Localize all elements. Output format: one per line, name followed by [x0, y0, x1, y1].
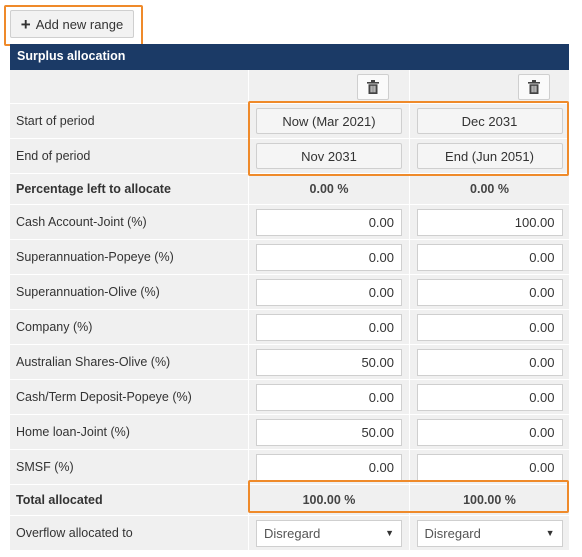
account-value-cell: 0.00 — [410, 450, 569, 484]
range-1-allocation-input[interactable]: 50.00 — [256, 348, 402, 376]
range-2-allocation-input[interactable]: 0.00 — [416, 453, 563, 481]
range-2-start-button[interactable]: Dec 2031 — [416, 108, 563, 134]
start-period-label: Start of period — [10, 104, 248, 138]
range-1-overflow-select[interactable]: Disregard ▼ — [256, 519, 402, 547]
overflow-row: Overflow allocated to Disregard ▼ Disreg… — [10, 516, 569, 551]
account-value-cell: 0.00 — [249, 450, 409, 484]
range-1-allocation-input[interactable]: 0.00 — [256, 453, 402, 481]
range-2-overflow-value: Disregard — [424, 525, 481, 541]
account-value-cell: 0.00 — [410, 345, 569, 379]
range-2-delete-button[interactable] — [517, 73, 550, 100]
add-new-range-button[interactable]: + Add new range — [10, 10, 134, 38]
account-value-cell: 0.00 — [249, 205, 409, 239]
pct-left-label: Percentage left to allocate — [10, 174, 248, 204]
account-row: Australian Shares-Olive (%) 50.00 0.00 — [10, 345, 569, 380]
range-2-end-button[interactable]: End (Jun 2051) — [416, 143, 563, 169]
range-1-allocation-input[interactable]: 50.00 — [256, 418, 402, 446]
account-label: Superannuation-Popeye (%) — [10, 240, 248, 274]
account-value-cell: 0.00 — [410, 415, 569, 449]
range-1-allocation-input[interactable]: 0.00 — [256, 278, 402, 306]
account-row: Home loan-Joint (%) 50.00 0.00 — [10, 415, 569, 450]
account-label: Australian Shares-Olive (%) — [10, 345, 248, 379]
account-row: Cash Account-Joint (%) 0.00 100.00 — [10, 205, 569, 240]
range-1-allocation-input[interactable]: 0.00 — [256, 313, 402, 341]
range-2-allocation-input[interactable]: 0.00 — [416, 348, 563, 376]
account-value-cell: 0.00 — [410, 240, 569, 274]
caret-down-icon: ▼ — [545, 528, 555, 538]
account-row: Company (%) 0.00 0.00 — [10, 310, 569, 345]
range-2-delete-cell — [410, 70, 569, 103]
account-value-cell: 0.00 — [410, 310, 569, 344]
account-value-cell: 0.00 — [410, 380, 569, 414]
allocation-table: Start of period Now (Mar 2021) Dec 2031 … — [10, 70, 569, 551]
range-1-overflow-value: Disregard — [264, 525, 321, 541]
caret-down-icon: ▼ — [385, 528, 394, 538]
account-value-cell: 0.00 — [410, 275, 569, 309]
account-label: Home loan-Joint (%) — [10, 415, 248, 449]
account-value-cell: 0.00 — [249, 275, 409, 309]
pct-left-row: Percentage left to allocate 0.00 % 0.00 … — [10, 174, 569, 205]
range-1-total: 100.00 % — [302, 493, 356, 507]
account-value-cell: 0.00 — [249, 310, 409, 344]
trash-icon — [527, 79, 540, 94]
delete-row — [10, 70, 569, 104]
range-2-allocation-input[interactable]: 0.00 — [416, 383, 563, 411]
range-1-delete-button[interactable] — [357, 73, 389, 100]
range-2-total: 100.00 % — [463, 493, 516, 507]
total-allocated-label: Total allocated — [10, 485, 248, 515]
account-value-cell: 0.00 — [249, 240, 409, 274]
account-row: Cash/Term Deposit-Popeye (%) 0.00 0.00 — [10, 380, 569, 415]
range-1-start-button[interactable]: Now (Mar 2021) — [256, 108, 402, 134]
range-2-allocation-input[interactable]: 0.00 — [416, 313, 563, 341]
account-value-cell: 50.00 — [249, 415, 409, 449]
account-label: Cash/Term Deposit-Popeye (%) — [10, 380, 248, 414]
range-1-allocation-input[interactable]: 0.00 — [256, 383, 402, 411]
account-label: Cash Account-Joint (%) — [10, 205, 248, 239]
end-period-row: End of period Nov 2031 End (Jun 2051) — [10, 139, 569, 174]
total-allocated-row: Total allocated 100.00 % 100.00 % — [10, 485, 569, 516]
section-title: Surplus allocation — [17, 49, 126, 63]
range-2-allocation-input[interactable]: 0.00 — [416, 278, 563, 306]
range-2-pct-left: 0.00 % — [470, 182, 509, 196]
start-period-row: Start of period Now (Mar 2021) Dec 2031 — [10, 104, 569, 139]
range-1-delete-cell — [249, 70, 409, 103]
overflow-label: Overflow allocated to — [10, 516, 248, 550]
account-label: Superannuation-Olive (%) — [10, 275, 248, 309]
range-2-allocation-input[interactable]: 0.00 — [416, 418, 563, 446]
end-period-label: End of period — [10, 139, 248, 173]
account-row: Superannuation-Popeye (%) 0.00 0.00 — [10, 240, 569, 275]
account-label: SMSF (%) — [10, 450, 248, 484]
trash-icon — [367, 79, 379, 94]
range-1-allocation-input[interactable]: 0.00 — [256, 243, 402, 271]
range-1-allocation-input[interactable]: 0.00 — [256, 208, 402, 236]
account-row: Superannuation-Olive (%) 0.00 0.00 — [10, 275, 569, 310]
range-2-overflow-select[interactable]: Disregard ▼ — [416, 519, 563, 547]
plus-icon: + — [20, 14, 31, 34]
section-header: Surplus allocation — [10, 44, 569, 70]
account-value-cell: 50.00 — [249, 345, 409, 379]
empty-label-cell — [10, 70, 248, 103]
range-2-allocation-input[interactable]: 0.00 — [416, 243, 563, 271]
range-2-allocation-input[interactable]: 100.00 — [416, 208, 563, 236]
range-1-end-button[interactable]: Nov 2031 — [256, 143, 402, 169]
account-label: Company (%) — [10, 310, 248, 344]
account-row: SMSF (%) 0.00 0.00 — [10, 450, 569, 485]
add-new-range-label: Add new range — [35, 16, 124, 32]
range-1-pct-left: 0.00 % — [309, 182, 349, 196]
account-value-cell: 0.00 — [249, 380, 409, 414]
account-value-cell: 100.00 — [410, 205, 569, 239]
